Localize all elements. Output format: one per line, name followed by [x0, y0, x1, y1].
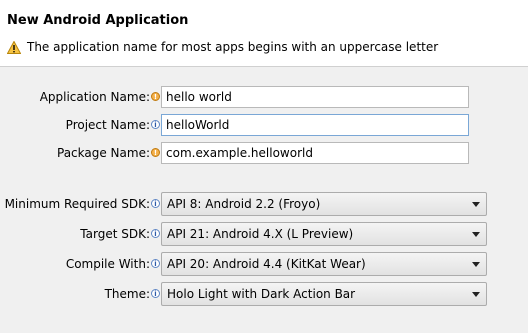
- project-name-info-icon: i: [151, 120, 160, 129]
- application-name-input[interactable]: hello world: [161, 86, 469, 108]
- chevron-down-icon: [472, 202, 480, 207]
- compile-with-value: API 20: Android 4.4 (KitKat Wear): [167, 257, 366, 271]
- chevron-down-icon: [472, 262, 480, 267]
- package-name-label: Package Name:: [57, 146, 150, 160]
- min-sdk-value: API 8: Android 2.2 (Froyo): [167, 197, 321, 211]
- warning-icon: [7, 40, 21, 54]
- min-sdk-select[interactable]: API 8: Android 2.2 (Froyo): [161, 192, 487, 216]
- project-name-input[interactable]: helloWorld: [161, 114, 469, 136]
- target-sdk-info-icon: i: [151, 229, 160, 238]
- wizard-message-text: The application name for most apps begin…: [27, 40, 439, 54]
- package-name-warning-icon: !: [151, 148, 160, 157]
- compile-with-label: Compile With:: [65, 257, 150, 271]
- wizard-message: The application name for most apps begin…: [7, 38, 438, 56]
- wizard-title: New Android Application: [7, 13, 189, 28]
- application-name-label: Application Name:: [39, 90, 150, 104]
- theme-value: Holo Light with Dark Action Bar: [167, 287, 356, 301]
- min-sdk-label: Minimum Required SDK:: [4, 197, 150, 211]
- theme-label: Theme:: [104, 287, 150, 301]
- min-sdk-info-icon: i: [151, 199, 160, 208]
- project-name-label: Project Name:: [65, 118, 150, 132]
- application-name-warning-icon: !: [151, 92, 160, 101]
- chevron-down-icon: [472, 292, 480, 297]
- target-sdk-label: Target SDK:: [80, 227, 150, 241]
- theme-select[interactable]: Holo Light with Dark Action Bar: [161, 282, 487, 306]
- wizard-header: New Android Application The application …: [0, 0, 528, 67]
- target-sdk-select[interactable]: API 21: Android 4.X (L Preview): [161, 222, 487, 246]
- chevron-down-icon: [472, 232, 480, 237]
- theme-info-icon: i: [151, 289, 160, 298]
- compile-with-info-icon: i: [151, 259, 160, 268]
- target-sdk-value: API 21: Android 4.X (L Preview): [167, 227, 354, 241]
- compile-with-select[interactable]: API 20: Android 4.4 (KitKat Wear): [161, 252, 487, 276]
- package-name-input[interactable]: com.example.helloworld: [161, 142, 469, 164]
